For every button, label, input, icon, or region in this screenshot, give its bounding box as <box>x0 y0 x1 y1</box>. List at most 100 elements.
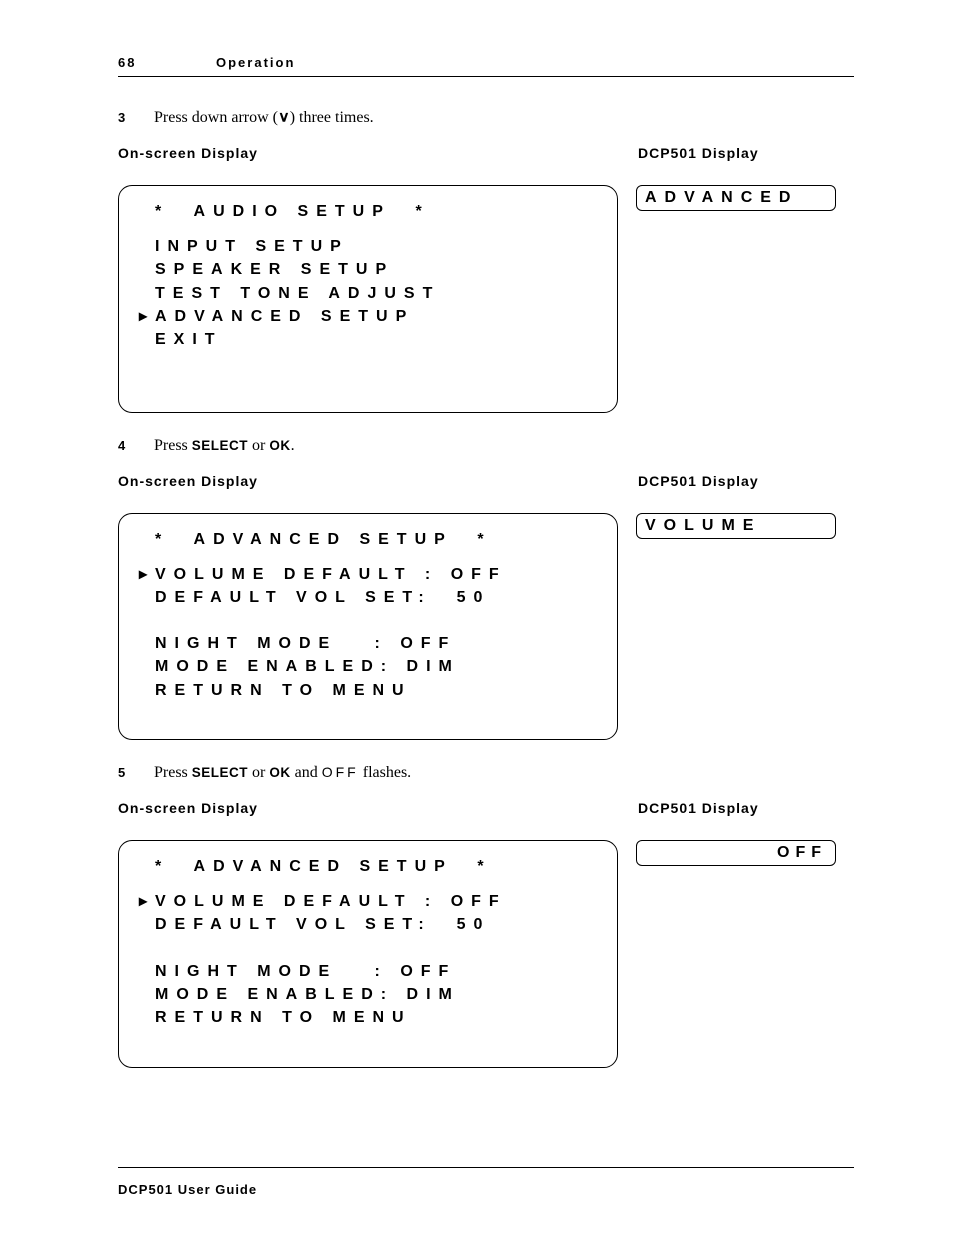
text-fragment: or <box>248 764 269 781</box>
step-number: 5 <box>118 765 154 780</box>
down-arrow-icon: ∨ <box>278 108 290 126</box>
osd-line-text: MODE ENABLED: DIM <box>155 655 460 678</box>
step-4: 4 Press SELECT or OK. <box>118 437 854 455</box>
osd-title: * AUDIO SETUP * <box>155 200 599 223</box>
osd-line: INPUT SETUP <box>131 235 599 258</box>
dcp-panel: OFF <box>636 840 836 866</box>
osd-line: ▸VOLUME DEFAULT : OFF <box>131 563 599 586</box>
step-number: 4 <box>118 438 154 453</box>
dcp-label: DCP501 Display <box>638 473 759 489</box>
text-mono: OFF <box>322 764 359 780</box>
arrow-spacer <box>131 679 155 702</box>
osd-line-text <box>155 609 167 632</box>
page-header: 68 Operation <box>118 55 854 77</box>
osd-line: MODE ENABLED: DIM <box>131 655 599 678</box>
step-3: 3 Press down arrow (∨) three times. <box>118 107 854 127</box>
osd-line: RETURN TO MENU <box>131 679 599 702</box>
arrow-spacer <box>131 586 155 609</box>
osd-line-text: INPUT SETUP <box>155 235 349 258</box>
text-bold: SELECT <box>192 438 248 453</box>
osd-label: On-screen Display <box>118 145 638 161</box>
arrow-spacer <box>131 960 155 983</box>
arrow-spacer <box>131 937 155 960</box>
osd-line: RETURN TO MENU <box>131 1006 599 1029</box>
step-text: Press SELECT or OK. <box>154 437 295 455</box>
osd-line: NIGHT MODE : OFF <box>131 960 599 983</box>
dcp-label: DCP501 Display <box>638 800 759 816</box>
osd-label: On-screen Display <box>118 473 638 489</box>
osd-line-text: EXIT <box>155 328 223 351</box>
arrow-spacer <box>131 374 155 397</box>
text-fragment: Press <box>154 764 192 781</box>
osd-line: DEFAULT VOL SET: 50 <box>131 586 599 609</box>
text-fragment: ) three times. <box>290 109 374 126</box>
osd-line-text: VOLUME DEFAULT : OFF <box>155 563 507 586</box>
osd-line-text: SPEAKER SETUP <box>155 258 394 281</box>
osd-line-text: DEFAULT VOL SET: 50 <box>155 913 490 936</box>
osd-line: NIGHT MODE : OFF <box>131 632 599 655</box>
osd-label: On-screen Display <box>118 800 638 816</box>
osd-line-text <box>155 937 167 960</box>
arrow-spacer <box>131 983 155 1006</box>
osd-line: EXIT <box>131 328 599 351</box>
osd-line: DEFAULT VOL SET: 50 <box>131 913 599 936</box>
arrow-spacer <box>131 258 155 281</box>
dcp-label: DCP501 Display <box>638 145 759 161</box>
osd-line-text: NIGHT MODE : OFF <box>155 632 456 655</box>
arrow-spacer <box>131 913 155 936</box>
osd-line <box>131 1029 599 1052</box>
arrow-spacer <box>131 351 155 374</box>
osd-line <box>131 374 599 397</box>
text-fragment: or <box>248 437 269 454</box>
arrow-spacer <box>131 632 155 655</box>
arrow-spacer <box>131 282 155 305</box>
page-footer: DCP501 User Guide <box>118 1167 854 1197</box>
osd-line: ▸VOLUME DEFAULT : OFF <box>131 890 599 913</box>
osd-panel: * AUDIO SETUP * INPUT SETUPSPEAKER SETUPT… <box>118 185 618 413</box>
osd-line <box>131 937 599 960</box>
display-row: * ADVANCED SETUP *▸VOLUME DEFAULT : OFFD… <box>118 840 854 1068</box>
display-labels: On-screen Display DCP501 Display <box>118 473 854 489</box>
osd-line: SPEAKER SETUP <box>131 258 599 281</box>
text-bold: OK <box>269 438 290 453</box>
osd-line <box>131 609 599 632</box>
osd-line-text <box>155 374 167 397</box>
osd-panel: * ADVANCED SETUP *▸VOLUME DEFAULT : OFFD… <box>118 513 618 741</box>
arrow-spacer <box>131 328 155 351</box>
text-fragment: flashes. <box>359 764 411 781</box>
section-title: Operation <box>216 55 295 70</box>
osd-line-text <box>155 1029 167 1052</box>
osd-line: ▸ADVANCED SETUP <box>131 305 599 328</box>
text-fragment: Press down arrow ( <box>154 109 278 126</box>
page-number: 68 <box>118 55 216 70</box>
text-bold: SELECT <box>192 765 248 780</box>
step-text: Press SELECT or OK and OFF flashes. <box>154 764 411 782</box>
arrow-spacer <box>131 235 155 258</box>
cursor-arrow-icon: ▸ <box>131 563 155 586</box>
display-labels: On-screen Display DCP501 Display <box>118 800 854 816</box>
osd-line-text <box>155 702 167 725</box>
footer-text: DCP501 User Guide <box>118 1182 257 1197</box>
osd-line-text: ADVANCED SETUP <box>155 305 414 328</box>
cursor-arrow-icon: ▸ <box>131 890 155 913</box>
step-number: 3 <box>118 110 154 125</box>
osd-line-text: VOLUME DEFAULT : OFF <box>155 890 507 913</box>
step-text: Press down arrow (∨) three times. <box>154 107 374 127</box>
osd-panel: * ADVANCED SETUP *▸VOLUME DEFAULT : OFFD… <box>118 840 618 1068</box>
arrow-spacer <box>131 655 155 678</box>
osd-line-text: MODE ENABLED: DIM <box>155 983 460 1006</box>
arrow-spacer <box>131 702 155 725</box>
step-5: 5 Press SELECT or OK and OFF flashes. <box>118 764 854 782</box>
osd-line-text: RETURN TO MENU <box>155 1006 412 1029</box>
osd-line-text: DEFAULT VOL SET: 50 <box>155 586 490 609</box>
osd-title: * ADVANCED SETUP * <box>155 528 599 551</box>
page: 68 Operation 3 Press down arrow (∨) thre… <box>0 0 954 1235</box>
osd-line-text: NIGHT MODE : OFF <box>155 960 456 983</box>
cursor-arrow-icon: ▸ <box>131 305 155 328</box>
osd-line <box>131 351 599 374</box>
osd-line <box>131 702 599 725</box>
arrow-spacer <box>131 1029 155 1052</box>
text-bold: OK <box>269 765 290 780</box>
osd-line-text: TEST TONE ADJUST <box>155 282 440 305</box>
display-row: * ADVANCED SETUP *▸VOLUME DEFAULT : OFFD… <box>118 513 854 741</box>
